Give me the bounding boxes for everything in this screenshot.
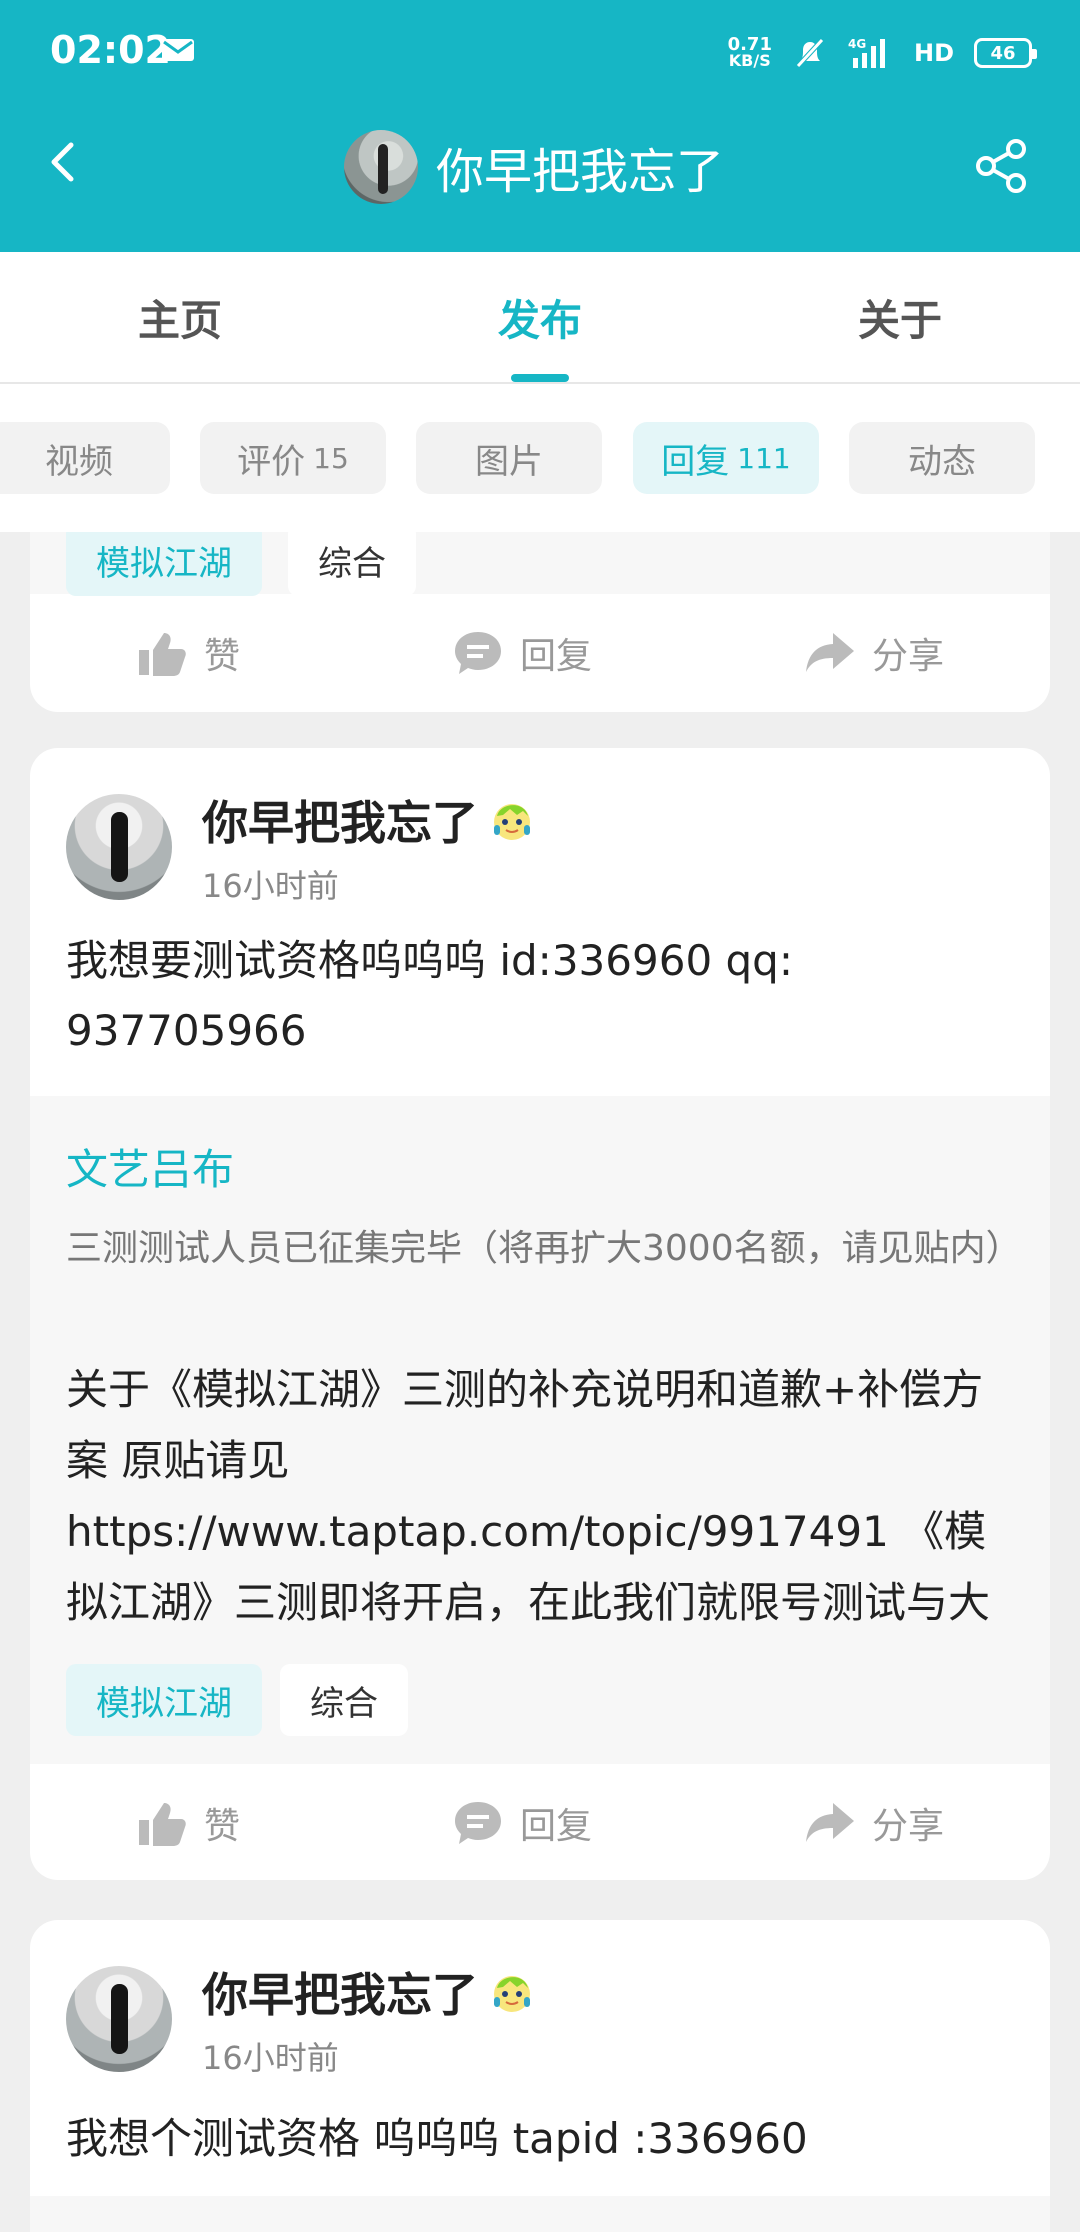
- share-arrow-icon: [805, 633, 854, 672]
- filter-video[interactable]: 视频: [0, 422, 170, 494]
- previous-post-tags: 模拟江湖 综合: [30, 532, 1050, 596]
- filter-replies-label: 回复: [661, 441, 730, 482]
- status-icons: 0.71 KB/S 4G HD 46: [728, 28, 1037, 78]
- like-button[interactable]: 赞: [136, 1797, 240, 1849]
- reply-button[interactable]: 回复: [452, 1797, 592, 1849]
- quoted-title[interactable]: 三测测试人员已征集完毕（将再扩大3000名额，请见贴内）: [66, 1220, 1022, 1278]
- share-arrow-icon: [805, 1803, 854, 1842]
- filter-video-label: 视频: [45, 441, 113, 482]
- signal-icon: 4G: [848, 37, 885, 68]
- back-icon[interactable]: [42, 140, 86, 184]
- reply-label: 回复: [519, 1806, 592, 1847]
- author-name[interactable]: 你早把我忘了: [202, 1959, 478, 2025]
- notification-muted-icon: [796, 38, 824, 68]
- filter-replies-count: 111: [737, 441, 791, 475]
- signal-label: 4G: [848, 37, 866, 51]
- page-title: 你早把我忘了: [436, 144, 725, 200]
- author-name[interactable]: 你早把我忘了: [202, 787, 478, 853]
- content-filters: 视频 评价 15 图片 回复 111 动态: [0, 384, 1080, 532]
- quoted-author[interactable]: 文艺吕布: [66, 1136, 234, 1197]
- quoted-tags: 模拟江湖 综合: [66, 1664, 408, 1736]
- thumbs-up-icon: [138, 633, 186, 676]
- like-button[interactable]: 赞: [136, 627, 240, 679]
- filter-replies[interactable]: 回复 111: [633, 422, 819, 494]
- previous-category-tag[interactable]: 综合: [288, 532, 416, 596]
- filter-activity-label: 动态: [908, 441, 976, 482]
- filter-activity[interactable]: 动态: [849, 422, 1035, 494]
- post-author-row[interactable]: 你早把我忘了 16小时前: [66, 792, 534, 905]
- filter-images[interactable]: 图片: [416, 422, 602, 494]
- status-time: 02:02: [50, 28, 171, 72]
- share-label: 分享: [871, 1806, 944, 1847]
- like-label: 赞: [203, 1806, 240, 1847]
- post-time: 16小时前: [202, 2039, 339, 2077]
- profile-title: 你早把我忘了: [344, 128, 724, 206]
- title-avatar: [344, 130, 418, 204]
- post-actions: 赞 回复 分享: [30, 1764, 1050, 1880]
- category-tag[interactable]: 综合: [280, 1664, 408, 1736]
- post-bottom-fade: [30, 2196, 1050, 2232]
- filter-images-label: 图片: [475, 441, 543, 482]
- avatar-badge-icon: [494, 1976, 530, 2012]
- share-button[interactable]: 分享: [804, 1797, 944, 1849]
- share-button[interactable]: 分享: [804, 627, 944, 679]
- filter-review[interactable]: 评价 15: [200, 422, 386, 494]
- previous-game-tag[interactable]: 模拟江湖: [66, 532, 262, 596]
- filter-review-count: 15: [313, 441, 349, 475]
- game-tag[interactable]: 模拟江湖: [66, 1664, 262, 1736]
- post-card[interactable]: 你早把我忘了 16小时前 我想要测试资格呜呜呜 id:336960 qq: 93…: [30, 748, 1050, 1880]
- battery-icon: 46: [974, 38, 1037, 68]
- mail-notification-icon: [162, 39, 194, 61]
- status-bar: 02:02 0.71 KB/S 4G HD 46: [0, 0, 1080, 108]
- author-meta: 你早把我忘了 16小时前: [202, 1959, 534, 2079]
- quoted-body[interactable]: 关于《模拟江湖》三测的补充说明和道歉+补偿方案 原贴请见 https://www…: [66, 1354, 1014, 1638]
- tab-publish[interactable]: 发布: [360, 252, 720, 382]
- author-avatar[interactable]: [66, 1966, 172, 2072]
- post-text: 我想个测试资格 呜呜呜 tapid :336960: [66, 2114, 808, 2163]
- post-author-row[interactable]: 你早把我忘了 16小时前: [66, 1964, 534, 2077]
- tab-home[interactable]: 主页: [0, 252, 360, 382]
- previous-post-card: 模拟江湖 综合 赞 回复 分享: [30, 532, 1050, 712]
- share-icon[interactable]: [972, 136, 1032, 196]
- tab-about[interactable]: 关于: [720, 252, 1080, 382]
- network-speed-unit: KB/S: [728, 51, 771, 70]
- reply-button[interactable]: 回复: [452, 627, 592, 679]
- hd-indicator: HD: [913, 39, 954, 67]
- author-avatar[interactable]: [66, 794, 172, 900]
- post-time: 16小时前: [202, 867, 339, 905]
- quoted-topic[interactable]: 文艺吕布 三测测试人员已征集完毕（将再扩大3000名额，请见贴内） 关于《模拟江…: [30, 1096, 1050, 1764]
- avatar-badge-icon: [494, 804, 530, 840]
- top-app-bar: 02:02 0.71 KB/S 4G HD 46 你早把我忘了: [0, 0, 1080, 252]
- network-speed: 0.71 KB/S: [728, 36, 772, 70]
- reply-label: 回复: [519, 636, 592, 677]
- share-label: 分享: [871, 636, 944, 677]
- comment-icon: [454, 1802, 501, 1844]
- post-card[interactable]: 你早把我忘了 16小时前 我想个测试资格 呜呜呜 tapid :336960: [30, 1920, 1050, 2232]
- author-meta: 你早把我忘了 16小时前: [202, 787, 534, 907]
- post-actions: 赞 回复 分享: [30, 594, 1050, 712]
- post-text: 我想要测试资格呜呜呜 id:336960 qq: 937705966: [66, 936, 793, 1055]
- thumbs-up-icon: [138, 1803, 186, 1846]
- filter-review-label: 评价: [237, 441, 306, 482]
- like-label: 赞: [203, 636, 240, 677]
- author-name-row: 你早把我忘了: [202, 787, 534, 853]
- author-name-row: 你早把我忘了: [202, 1959, 534, 2025]
- comment-icon: [454, 632, 501, 674]
- profile-tabs: 主页 发布 关于: [0, 252, 1080, 384]
